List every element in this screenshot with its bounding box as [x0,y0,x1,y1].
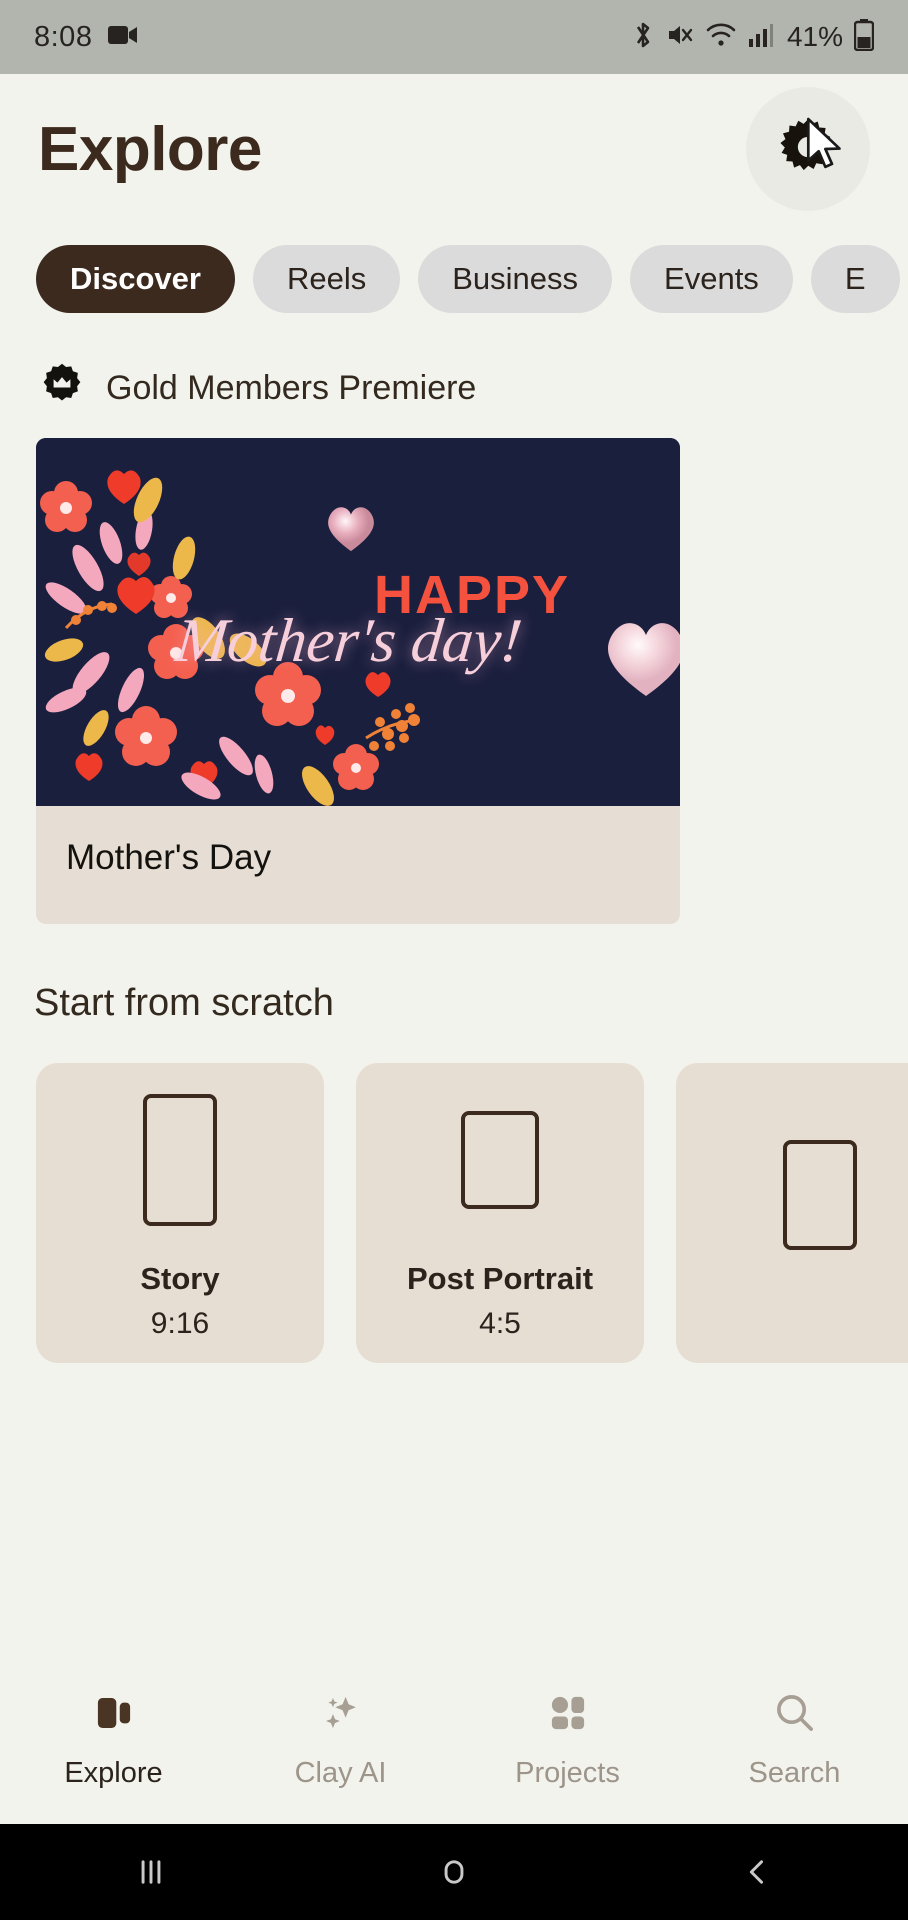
format-ratio: 4:5 [479,1307,521,1340]
page-title: Explore [38,114,262,184]
nav-item-projects[interactable]: Projects [454,1690,681,1790]
bottom-navigation-bar[interactable]: Explore Clay AI Projects Search [0,1656,908,1824]
rectangle-portrait-icon [461,1085,539,1235]
featured-card-artwork: HAPPY Mother's day! [36,438,680,806]
category-tab-bar[interactable]: Discover Reels Business Events E [0,224,908,320]
explore-panels-icon [91,1690,137,1741]
app-header: Explore [0,74,908,224]
format-card-partial-next[interactable] [676,1063,908,1363]
format-ratio: 9:16 [150,1307,210,1340]
glossy-heart-large-icon [608,623,680,696]
back-icon[interactable] [605,1855,908,1889]
search-icon [772,1690,818,1741]
gold-badge-crown-icon [38,362,86,415]
start-from-scratch-title: Start from scratch [34,982,334,1024]
tab-partial-next[interactable]: E [810,245,900,313]
status-time: 8:08 [34,20,93,53]
battery-percent: 41% [786,21,843,52]
featured-template-card[interactable]: HAPPY Mother's day! Mother's Day [36,438,680,924]
tab-events[interactable]: Events [630,245,793,313]
format-name: Story [140,1261,220,1296]
featured-card-caption: Mother's Day [66,838,272,877]
wifi-icon [705,21,737,54]
gear-icon [779,118,837,181]
glossy-heart-small-icon [328,507,374,552]
bluetooth-icon [631,20,655,55]
nav-item-search[interactable]: Search [681,1690,908,1790]
format-card-story[interactable]: Story 9:16 [36,1063,324,1363]
android-system-nav[interactable] [0,1824,908,1920]
tab-discover[interactable]: Discover [36,245,235,313]
recents-icon[interactable] [0,1855,303,1889]
status-bar: 8:08 41% [0,0,908,74]
rectangle-icon [783,1120,857,1270]
sparkles-icon [318,1690,364,1741]
format-card-post-portrait[interactable]: Post Portrait 4:5 [356,1063,644,1363]
home-icon[interactable] [303,1855,606,1889]
format-card-list[interactable]: Story 9:16 Post Portrait 4:5 [0,1025,908,1363]
settings-button[interactable] [746,87,870,211]
rectangle-portrait-tall-icon [143,1085,217,1235]
tab-reels[interactable]: Reels [252,245,401,313]
nav-label: Projects [515,1757,620,1789]
gold-members-label: Gold Members Premiere [106,368,477,407]
nav-item-clay-ai[interactable]: Clay AI [227,1690,454,1790]
status-bar-left: 8:08 [34,21,138,54]
nav-item-explore[interactable]: Explore [0,1690,227,1790]
projects-blocks-icon [545,1690,591,1741]
battery-icon [853,18,875,56]
mute-icon [666,21,694,54]
tab-business[interactable]: Business [418,245,613,313]
nav-label: Search [748,1757,841,1789]
status-bar-right: 41% [631,18,875,56]
nav-label: Clay AI [294,1757,387,1789]
app-screen: 8:08 41% Explore Discover Reels Business… [0,0,908,1920]
artwork-script-text: Mother's day! [172,607,526,675]
format-name: Post Portrait [406,1261,594,1296]
nav-label: Explore [64,1757,163,1789]
cellular-signal-icon [748,22,774,53]
gold-members-section-header: Gold Members Premiere [0,320,908,414]
video-camera-icon [108,24,138,51]
